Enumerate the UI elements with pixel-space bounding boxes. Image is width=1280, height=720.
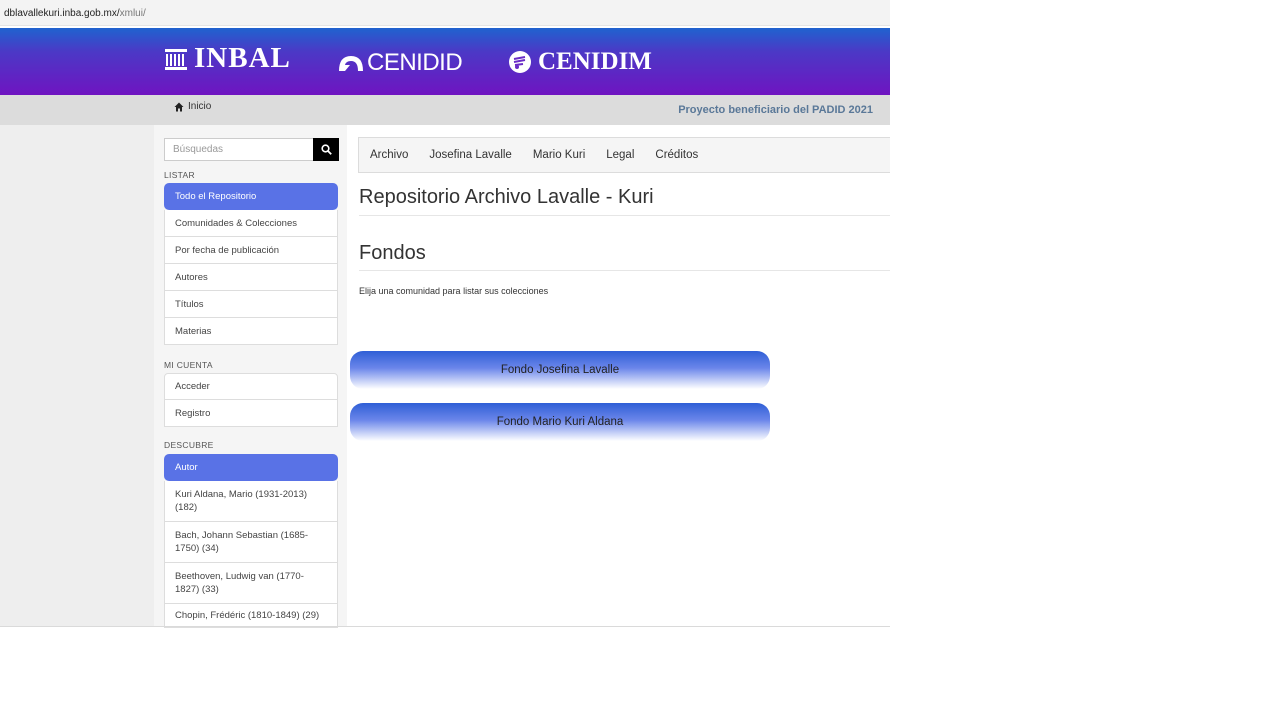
- sidebar-item-por-fecha[interactable]: Por fecha de publicación: [164, 237, 338, 264]
- url-path: xmlui/: [119, 8, 146, 19]
- section-title: Fondos: [359, 242, 426, 264]
- left-margin: [0, 125, 154, 627]
- listar-heading: LISTAR: [164, 170, 195, 180]
- sidebar-item-materias[interactable]: Materias: [164, 318, 338, 345]
- nav-archivo[interactable]: Archivo: [370, 149, 408, 161]
- cuenta-heading: MI CUENTA: [164, 360, 213, 370]
- search-button[interactable]: [313, 138, 339, 161]
- sidebar-item-beethoven[interactable]: Beethoven, Ludwig van (1770-1827) (33): [164, 563, 338, 604]
- nav-legal[interactable]: Legal: [606, 149, 634, 161]
- descubre-list: Autor Kuri Aldana, Mario (1931-2013) (18…: [164, 454, 338, 628]
- search-form: [164, 138, 339, 161]
- breadcrumb-bar: Inicio Proyecto beneficiario del PADID 2…: [0, 95, 890, 125]
- sidebar-item-kuri-aldana[interactable]: Kuri Aldana, Mario (1931-2013) (182): [164, 481, 338, 522]
- project-note: Proyecto beneficiario del PADID 2021: [678, 104, 873, 116]
- breadcrumb-home-label: Inicio: [188, 101, 212, 112]
- sidebar-item-autores[interactable]: Autores: [164, 264, 338, 291]
- descubre-heading: DESCUBRE: [164, 440, 214, 450]
- search-icon: [320, 144, 332, 155]
- cuenta-list: Acceder Registro: [164, 373, 338, 427]
- sidebar-item-registro[interactable]: Registro: [164, 400, 338, 427]
- search-input[interactable]: [164, 138, 313, 161]
- fondo-mario-kuri-aldana-button[interactable]: Fondo Mario Kuri Aldana: [350, 403, 770, 441]
- sidebar-item-titulos[interactable]: Títulos: [164, 291, 338, 318]
- cenidid-logo-text: CENIDID: [367, 49, 463, 76]
- sidebar-item-acceder[interactable]: Acceder: [164, 373, 338, 400]
- url-host: dblavallekuri.inba.gob.mx/: [4, 8, 120, 19]
- nav-creditos[interactable]: Créditos: [655, 149, 698, 161]
- sidebar-item-todo-el-repositorio[interactable]: Todo el Repositorio: [164, 183, 338, 210]
- listar-list: Todo el Repositorio Comunidades & Colecc…: [164, 183, 338, 345]
- breadcrumb[interactable]: Inicio: [174, 101, 211, 112]
- inbal-logo-text: INBAL: [194, 42, 291, 74]
- nav-mario-kuri[interactable]: Mario Kuri: [533, 149, 585, 161]
- inbal-logo[interactable]: INBAL: [164, 42, 291, 75]
- sidebar-item-autor[interactable]: Autor: [164, 454, 338, 481]
- cenidid-mark-icon: [339, 56, 363, 71]
- fondo-josefina-lavalle-button[interactable]: Fondo Josefina Lavalle: [350, 351, 770, 389]
- inbal-building-icon: [165, 48, 187, 70]
- home-icon: [174, 102, 184, 111]
- cenidim-logo[interactable]: CENIDIM: [508, 48, 652, 76]
- address-bar[interactable]: dblavallekuri.inba.gob.mx/xmlui/: [0, 0, 890, 26]
- header-banner: INBAL CENIDID CENIDIM: [0, 28, 890, 95]
- sidebar-item-comunidades[interactable]: Comunidades & Colecciones: [164, 210, 338, 237]
- nav-josefina-lavalle[interactable]: Josefina Lavalle: [429, 149, 511, 161]
- section-description: Elija una comunidad para listar sus cole…: [359, 286, 549, 296]
- section-divider: [359, 270, 890, 271]
- title-divider: [359, 215, 890, 216]
- sidebar-item-chopin[interactable]: Chopin, Frédéric (1810-1849) (29): [164, 604, 338, 628]
- cenidim-mark-icon: [509, 51, 531, 73]
- cenidid-logo[interactable]: CENIDID: [337, 49, 463, 77]
- cenidim-logo-text: CENIDIM: [538, 48, 652, 75]
- page-bottom-divider: [0, 626, 890, 627]
- sidebar-item-bach[interactable]: Bach, Johann Sebastian (1685-1750) (34): [164, 522, 338, 563]
- page-title: Repositorio Archivo Lavalle - Kuri: [359, 186, 654, 208]
- top-navbar: Archivo Josefina Lavalle Mario Kuri Lega…: [358, 137, 890, 173]
